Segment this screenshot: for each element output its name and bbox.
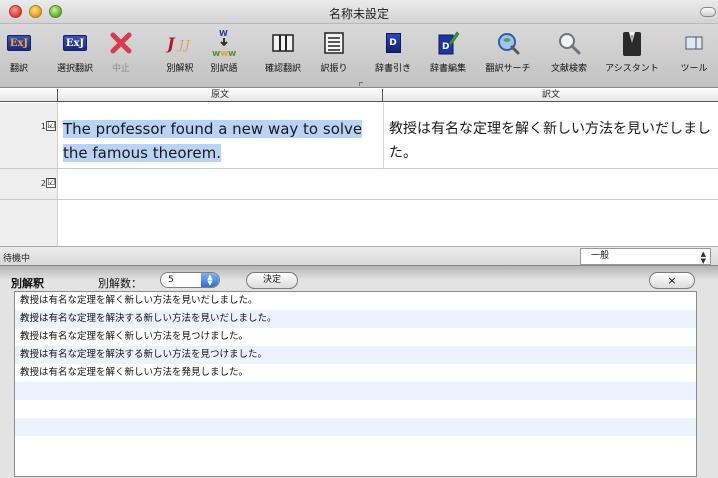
alternates-panel: 別解釈 別解数： 5 ▲ ▼ 決定 × 教授は有名な定理を解く新しい方法を見いだし… [0,266,718,478]
gutter-header [0,89,58,101]
stop-icon [106,28,136,58]
translate-selection-icon: ExJ [63,35,87,51]
alternates-list[interactable]: 教授は有名な定理を解く新しい方法を見いだしました。 教授は有名な定理を解決する新… [14,291,697,477]
status-bar: 待機中 一般 ▲ ▼ [0,246,718,266]
column-divider [383,103,384,169]
dictionary-lookup-icon: D [385,33,401,53]
window-title: 名称未設定 [328,7,389,21]
translate-button[interactable]: ExJ 翻訳 [4,28,34,74]
alternate-interpretation-icon: J J J [160,28,200,58]
alternates-title: 別解釈 [11,277,44,290]
dictionary-lookup-label: 辞書引き [374,64,411,74]
literature-search-button[interactable]: 文献検索 [545,28,593,74]
empty-list-row [15,418,696,436]
alternate-interpretation-button[interactable]: J J J 別解釈 [160,28,200,74]
tool-button[interactable]: ツール [674,28,714,74]
toolbar-resize-handle[interactable] [359,82,363,86]
row-checkbox[interactable]: ☑ [46,178,56,188]
close-panel-button[interactable]: × [649,272,695,289]
target-sentence[interactable]: 教授は有名な定理を解く新しい方法を見いだしました。 [389,117,715,165]
confirm-translation-button[interactable]: 確認翻訳 [258,28,308,74]
alternate-word-label: 別訳語 [210,64,238,74]
confirm-button[interactable]: 決定 [246,272,298,289]
interlinear-icon [314,28,354,58]
list-item[interactable]: 教授は有名な定理を解く新しい方法を見つけました。 [15,328,696,346]
tool-icon [674,28,714,58]
stop-button[interactable]: 中止 [106,28,136,74]
list-item[interactable]: 教授は有名な定理を解決する新しい方法を見いだしました。 [15,310,696,328]
source-column-header[interactable]: 原文 [58,89,383,101]
row-checkbox[interactable]: ☑ [46,121,56,131]
alternate-interpretation-label: 別解釈 [166,64,194,74]
dictionary-field-select[interactable]: 一般 ▲ ▼ [580,248,711,265]
dictionary-edit-icon: D [424,28,472,58]
list-item[interactable]: 教授は有名な定理を解く新しい方法を見いだしました。 [15,292,696,310]
alternate-word-icon: W w w w [204,28,244,58]
literature-search-icon [545,28,593,58]
status-text: 待機中 [3,254,31,264]
alternates-count-value: 5 [168,275,174,285]
literature-search-label: 文献検索 [550,64,587,74]
assistant-label: アシスタント [605,64,659,74]
list-item[interactable]: 教授は有名な定理を解決する新しい方法を見つけました。 [15,346,696,364]
translate-label: 翻訳 [9,64,28,74]
svg-text:J: J [166,34,176,53]
selected-source-text[interactable]: The professor found a new way to solve t… [63,120,363,162]
tool-label: ツール [680,64,708,74]
list-item[interactable]: 教授は有名な定理を解く新しい方法を発見しました。 [15,364,696,382]
dictionary-field-value: 一般 [591,251,610,261]
translation-search-icon [480,28,536,58]
translate-icon: ExJ [7,35,31,51]
toolbar-toggle-button[interactable] [700,7,716,17]
translate-selection-button[interactable]: ExJ 選択翻訳 [50,28,100,74]
alternate-word-button[interactable]: W w w w 別訳語 [204,28,244,74]
title-bar: 名称未設定 [0,0,718,24]
confirm-translation-icon [258,28,308,58]
empty-list-row [15,400,696,418]
svg-text:w: w [228,49,236,58]
alternates-count-select[interactable]: 5 ▲ ▼ [160,272,220,288]
translation-editor[interactable]: 1 ☑ The professor found a new way to sol… [0,103,718,246]
svg-text:D: D [442,42,449,52]
updown-arrow-icon: ▲ ▼ [700,250,706,265]
alternates-count-label: 別解数： [98,277,142,290]
column-header: 原文 訳文 [0,89,718,102]
dictionary-lookup-button[interactable]: D 辞書引き [371,28,415,74]
interlinear-button[interactable]: 訳振り [314,28,354,74]
interlinear-label: 訳振り [320,64,348,74]
stop-label: 中止 [111,64,130,74]
assistant-button[interactable]: アシスタント [600,28,664,74]
assistant-icon [600,28,664,58]
dictionary-edit-label: 辞書編集 [429,64,466,74]
sentence-row[interactable]: 2 ☑ [0,170,718,200]
source-sentence[interactable]: The professor found a new way to solve t… [63,117,381,165]
stepper-arrows-icon[interactable]: ▲ ▼ [201,273,219,287]
translation-search-button[interactable]: 翻訳サーチ [480,28,536,74]
target-column-header[interactable]: 訳文 [384,89,718,101]
sentence-row[interactable]: 1 ☑ The professor found a new way to sol… [0,103,718,169]
translation-search-label: 翻訳サーチ [485,64,531,74]
translate-selection-label: 選択翻訳 [56,64,93,74]
svg-text:J: J [176,38,185,52]
dictionary-edit-button[interactable]: D 辞書編集 [424,28,472,74]
confirm-translation-label: 確認翻訳 [264,64,301,74]
empty-list-row [15,382,696,400]
svg-text:W: W [219,29,228,38]
toolbar: ExJ 翻訳 ExJ 選択翻訳 中止 J J J 別解釈 W w w w 別訳語… [0,24,718,88]
